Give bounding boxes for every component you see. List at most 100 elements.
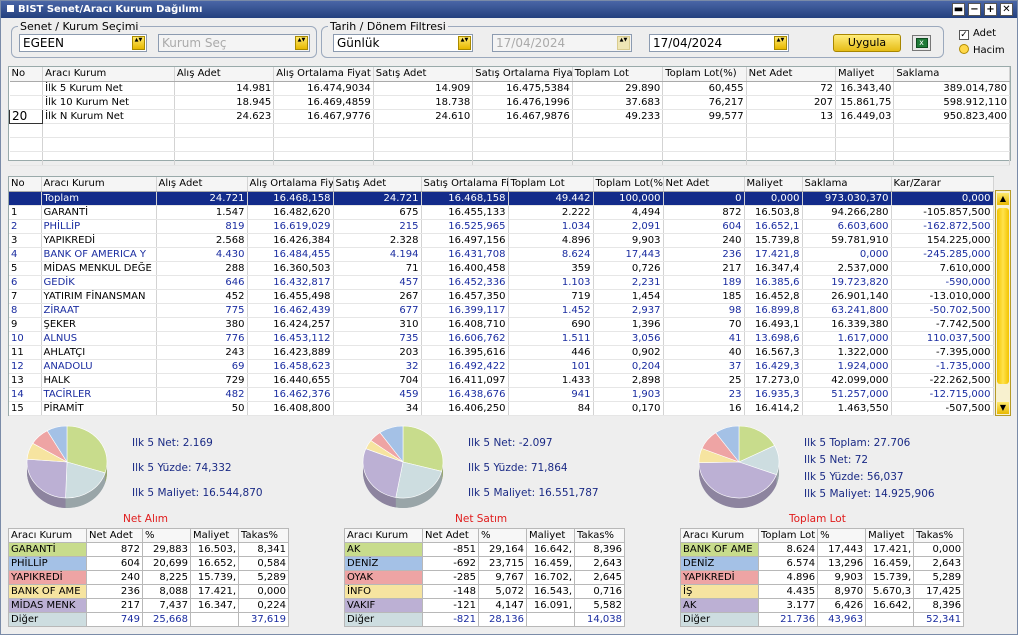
column-header[interactable]: Alış Adet: [156, 177, 248, 192]
period-select[interactable]: Günlük ▲▼: [333, 34, 473, 52]
minimize-icon[interactable]: −: [968, 3, 981, 16]
table-cell: 16.343,40: [835, 81, 895, 96]
table-row[interactable]: GARANTİ 872 29,883 16.503, 8,341: [8, 542, 289, 557]
column-header[interactable]: Toplam Lot(%: [593, 177, 664, 192]
column-header[interactable]: No: [9, 67, 44, 82]
table-row[interactable]: 5 MİDAS MENKUL DEĞE 288 16.360,503 71 16.400,…: [9, 261, 994, 276]
column-header[interactable]: Saklama: [893, 67, 1010, 82]
table-row[interactable]: 15 PİRAMİT 50 16.408,800 34 16.406,250 84 0,170…: [9, 401, 994, 416]
table-row[interactable]: AK 3.177 6,426 16.642, 8,396: [680, 598, 965, 613]
column-header[interactable]: Toplam Lot(%): [662, 67, 747, 82]
column-header[interactable]: Satış Ortalama Fiyat: [472, 67, 573, 82]
column-header[interactable]: Satış Ortalama Fi: [421, 177, 509, 192]
start-date-field[interactable]: 17/04/2024 ▲▼: [492, 34, 632, 52]
column-header[interactable]: Kar/Zarar: [891, 177, 994, 192]
column-header[interactable]: Maliyet: [835, 67, 895, 82]
column-header[interactable]: Satış Adet: [373, 67, 474, 82]
column-header[interactable]: Saklama: [802, 177, 892, 192]
table-row[interactable]: 13 HALK 729 16.440,655 704 16.411,097 1.433 2,8…: [9, 373, 994, 388]
table-row[interactable]: Diğer 21.736 43,963 52,341: [680, 612, 965, 627]
column-header[interactable]: Aracı Kurum: [680, 528, 759, 543]
excel-export-button[interactable]: x: [912, 35, 931, 51]
table-row[interactable]: 14 TACİRLER 482 16.462,376 459 16.438,676 941 1…: [9, 387, 994, 402]
table-row[interactable]: 11 AHLATÇI 243 16.423,889 203 16.395,616 446 0,…: [9, 345, 994, 360]
column-header[interactable]: Alış Ortalama Fiy: [247, 177, 334, 192]
table-row[interactable]: İŞ 4.435 8,970 5.670,3 17,425: [680, 584, 965, 599]
scroll-thumb[interactable]: [997, 208, 1009, 384]
column-header[interactable]: Net Adet: [746, 67, 837, 82]
net-alim-table: Aracı Kurum Net Adet% Maliyet Takas% GARANTİ…: [8, 528, 289, 627]
net-alim-pie-chart: [26, 425, 108, 508]
column-header[interactable]: %: [142, 528, 191, 543]
column-header[interactable]: Satış Adet: [333, 177, 422, 192]
adet-option[interactable]: ✓ Adet: [959, 28, 996, 40]
table-row[interactable]: İNFO -148 5,072 16.543, 0,716: [344, 584, 625, 599]
column-header[interactable]: Takas%: [238, 528, 289, 543]
table-row[interactable]: YAPIKREDİ 4.896 9,903 15.739, 5,289: [680, 570, 965, 585]
end-date-field[interactable]: 17/04/2024 ▲▼: [649, 34, 789, 52]
table-row[interactable]: AK -851 29,164 16.642, 8,396: [344, 542, 625, 557]
menu-icon[interactable]: ▬: [952, 3, 965, 16]
column-header[interactable]: %: [478, 528, 527, 543]
table-row[interactable]: 7 YATIRIM FİNANSMAN 452 16.455,498 267 16.457…: [9, 289, 994, 304]
column-header[interactable]: Aracı Kurum: [8, 528, 87, 543]
column-header[interactable]: Aracı Kurum: [344, 528, 423, 543]
table-row[interactable]: İlk 10 Kurum Net 18.945 16.469,4859 18.738 1…: [9, 95, 1010, 110]
table-row[interactable]: VAKIF -121 4,147 16.091, 5,582: [344, 598, 625, 613]
table-row[interactable]: DENİZ -692 23,715 16.459, 2,643: [344, 556, 625, 571]
column-header[interactable]: Net Adet: [86, 528, 143, 543]
table-row[interactable]: Diğer 749 25,668 37,619: [8, 612, 289, 627]
column-header[interactable]: Aracı Kurum: [41, 177, 157, 192]
scroll-down-icon[interactable]: ▼: [997, 402, 1009, 414]
column-header[interactable]: Net Adet: [422, 528, 479, 543]
radio-icon: [959, 44, 969, 54]
hacim-option[interactable]: Hacim: [959, 44, 1005, 56]
table-row[interactable]: PHİLLİP 604 20,699 16.652, 0,584: [8, 556, 289, 571]
column-header[interactable]: Takas%: [913, 528, 965, 543]
table-row[interactable]: YAPIKREDİ 240 8,225 15.739, 5,289: [8, 570, 289, 585]
table-row[interactable]: 3 YAPIKREDİ 2.568 16.426,384 2.328 16.497,156…: [9, 233, 994, 248]
uygula-button[interactable]: Uygula: [833, 34, 901, 52]
table-row[interactable]: 20 İlk N Kurum Net 24.623 16.467,9776 24.610…: [8, 108, 1010, 124]
maximize-icon[interactable]: +: [984, 3, 997, 16]
table-row[interactable]: BANK OF AME 8.624 17,443 17.421, 0,000: [680, 542, 965, 557]
table-row[interactable]: 2 PHİLLİP 819 16.619,029 215 16.525,965 1.034 2…: [9, 219, 994, 234]
column-header[interactable]: Aracı Kurum: [42, 67, 175, 82]
table-row[interactable]: 9 ŞEKER 380 16.424,257 310 16.408,710 690 1,396…: [9, 317, 994, 332]
table-row[interactable]: 4 BANK OF AMERICA Y 4.430 16.484,455 4.194 16…: [9, 247, 994, 262]
column-header[interactable]: Alış Adet: [174, 67, 275, 82]
total-row[interactable]: Toplam 24.721 16.468,158 24.721 16.468,158 49…: [9, 191, 994, 206]
column-header[interactable]: Maliyet: [190, 528, 239, 543]
column-header[interactable]: Alış Ortalama Fiyat: [273, 67, 374, 82]
column-header[interactable]: Maliyet: [526, 528, 575, 543]
table-row[interactable]: 6 GEDİK 646 16.432,817 457 16.452,336 1.103 2,2…: [9, 275, 994, 290]
column-header[interactable]: No: [9, 177, 42, 192]
scroll-up-icon[interactable]: ▲: [997, 193, 1009, 205]
table-row[interactable]: DENİZ 6.574 13,296 16.459, 2,643: [680, 556, 965, 571]
table-row[interactable]: BANK OF AME 236 8,088 17.421, 0,000: [8, 584, 289, 599]
table-cell: 9,903: [817, 570, 867, 585]
table-row[interactable]: 1 GARANTİ 1.547 16.482,620 675 16.455,133 2.22…: [9, 205, 994, 220]
vertical-scrollbar[interactable]: ▲ ▼: [995, 190, 1011, 416]
close-icon[interactable]: ✕: [1000, 3, 1013, 16]
table-cell: BANK OF AME: [8, 584, 87, 599]
table-row[interactable]: 10 ALNUS 776 16.453,112 735 16.606,762 1.511 3,…: [9, 331, 994, 346]
table-row[interactable]: OYAK -285 9,767 16.702, 2,645: [344, 570, 625, 585]
table-row[interactable]: MİDAS MENK 217 7,437 16.347, 0,224: [8, 598, 289, 613]
column-header[interactable]: Maliyet: [744, 177, 803, 192]
table-cell: 34: [333, 401, 422, 416]
column-header[interactable]: Takas%: [574, 528, 625, 543]
column-header[interactable]: Toplam Lot: [757, 528, 819, 543]
symbol-select[interactable]: EGEEN ▲▼: [19, 34, 147, 52]
table-row[interactable]: 8 ZİRAAT 775 16.462,439 677 16.399,117 1.452 2,…: [9, 303, 994, 318]
column-header[interactable]: Net Adet: [663, 177, 745, 192]
kurum-select[interactable]: Kurum Seç ▲▼: [158, 34, 310, 52]
table-cell: 94.266,280: [802, 205, 892, 220]
table-row[interactable]: 12 ANADOLU 69 16.458,623 32 16.492,422 101 0,20…: [9, 359, 994, 374]
column-header[interactable]: Maliyet: [865, 528, 915, 543]
column-header[interactable]: %: [817, 528, 867, 543]
column-header[interactable]: Toplam Lot: [572, 67, 664, 82]
table-row[interactable]: Diğer -821 28,136 14,038: [344, 612, 625, 627]
column-header[interactable]: Toplam Lot: [508, 177, 594, 192]
table-row[interactable]: İlk 5 Kurum Net 14.981 16.474,9034 14.909 16…: [9, 81, 1010, 96]
